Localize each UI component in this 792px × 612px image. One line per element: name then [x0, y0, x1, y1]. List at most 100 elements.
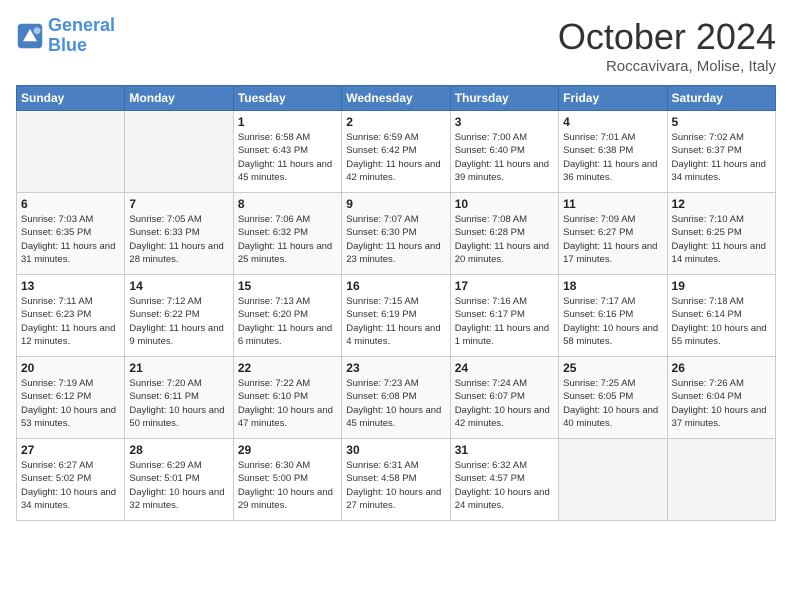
day-info: Sunrise: 7:25 AMSunset: 6:05 PMDaylight:…: [563, 377, 662, 430]
day-info: Sunrise: 7:07 AMSunset: 6:30 PMDaylight:…: [346, 213, 445, 266]
day-info: Sunrise: 7:26 AMSunset: 6:04 PMDaylight:…: [672, 377, 771, 430]
day-info: Sunrise: 6:30 AMSunset: 5:00 PMDaylight:…: [238, 459, 337, 512]
day-number: 31: [455, 443, 554, 457]
calendar-day-cell: 15Sunrise: 7:13 AMSunset: 6:20 PMDayligh…: [233, 275, 341, 357]
day-number: 22: [238, 361, 337, 375]
day-of-week-header: Saturday: [667, 86, 775, 111]
day-info: Sunrise: 7:08 AMSunset: 6:28 PMDaylight:…: [455, 213, 554, 266]
day-info: Sunrise: 7:00 AMSunset: 6:40 PMDaylight:…: [455, 131, 554, 184]
day-info: Sunrise: 7:19 AMSunset: 6:12 PMDaylight:…: [21, 377, 120, 430]
day-number: 16: [346, 279, 445, 293]
calendar-day-cell: 18 Sunrise: 7:17 AMSunset: 6:16 PMDayligh…: [559, 275, 667, 357]
calendar-week-row: 20Sunrise: 7:19 AMSunset: 6:12 PMDayligh…: [17, 357, 776, 439]
day-of-week-header: Monday: [125, 86, 233, 111]
calendar-day-cell: 4 Sunrise: 7:01 AMSunset: 6:38 PMDaylight…: [559, 111, 667, 193]
day-number: 23: [346, 361, 445, 375]
calendar-day-cell: 12 Sunrise: 7:10 AMSunset: 6:25 PMDayligh…: [667, 193, 775, 275]
calendar-day-cell: 21 Sunrise: 7:20 AMSunset: 6:11 PMDayligh…: [125, 357, 233, 439]
day-number: 5: [672, 115, 771, 129]
calendar-day-cell: 22 Sunrise: 7:22 AMSunset: 6:10 PMDayligh…: [233, 357, 341, 439]
day-of-week-header: Tuesday: [233, 86, 341, 111]
month-title: October 2024: [558, 16, 776, 58]
logo-text: General Blue: [48, 16, 115, 56]
day-number: 25: [563, 361, 662, 375]
day-number: 7: [129, 197, 228, 211]
day-number: 30: [346, 443, 445, 457]
logo-icon: [16, 22, 44, 50]
day-number: 19: [672, 279, 771, 293]
calendar-week-row: 6Sunrise: 7:03 AMSunset: 6:35 PMDaylight…: [17, 193, 776, 275]
day-number: 24: [455, 361, 554, 375]
day-info: Sunrise: 7:24 AMSunset: 6:07 PMDaylight:…: [455, 377, 554, 430]
day-number: 6: [21, 197, 120, 211]
day-number: 14: [129, 279, 228, 293]
calendar-day-cell: 1Sunrise: 6:58 AMSunset: 6:43 PMDaylight…: [233, 111, 341, 193]
calendar-day-cell: 23 Sunrise: 7:23 AMSunset: 6:08 PMDayligh…: [342, 357, 450, 439]
day-info: Sunrise: 7:06 AMSunset: 6:32 PMDaylight:…: [238, 213, 337, 266]
day-info: Sunrise: 6:31 AMSunset: 4:58 PMDaylight:…: [346, 459, 445, 512]
day-number: 13: [21, 279, 120, 293]
day-number: 8: [238, 197, 337, 211]
day-of-week-header: Sunday: [17, 86, 125, 111]
calendar-day-cell: 11 Sunrise: 7:09 AMSunset: 6:27 PMDayligh…: [559, 193, 667, 275]
day-info: Sunrise: 7:13 AMSunset: 6:20 PMDaylight:…: [238, 295, 337, 348]
day-info: Sunrise: 6:29 AMSunset: 5:01 PMDaylight:…: [129, 459, 228, 512]
calendar-day-cell: 8 Sunrise: 7:06 AMSunset: 6:32 PMDaylight…: [233, 193, 341, 275]
day-info: Sunrise: 7:12 AMSunset: 6:22 PMDaylight:…: [129, 295, 228, 348]
day-number: 9: [346, 197, 445, 211]
day-of-week-header: Friday: [559, 86, 667, 111]
day-info: Sunrise: 7:20 AMSunset: 6:11 PMDaylight:…: [129, 377, 228, 430]
calendar-day-cell: 24 Sunrise: 7:24 AMSunset: 6:07 PMDayligh…: [450, 357, 558, 439]
day-number: 11: [563, 197, 662, 211]
day-number: 28: [129, 443, 228, 457]
day-info: Sunrise: 7:09 AMSunset: 6:27 PMDaylight:…: [563, 213, 662, 266]
calendar-day-cell: 3 Sunrise: 7:00 AMSunset: 6:40 PMDaylight…: [450, 111, 558, 193]
day-info: Sunrise: 7:23 AMSunset: 6:08 PMDaylight:…: [346, 377, 445, 430]
day-info: Sunrise: 7:22 AMSunset: 6:10 PMDaylight:…: [238, 377, 337, 430]
calendar-day-cell: 5 Sunrise: 7:02 AMSunset: 6:37 PMDaylight…: [667, 111, 775, 193]
calendar-day-cell: 14 Sunrise: 7:12 AMSunset: 6:22 PMDayligh…: [125, 275, 233, 357]
calendar-day-cell: 17 Sunrise: 7:16 AMSunset: 6:17 PMDayligh…: [450, 275, 558, 357]
calendar-table: SundayMondayTuesdayWednesdayThursdayFrid…: [16, 85, 776, 521]
page-header: General Blue October 2024 Roccavivara, M…: [16, 16, 776, 75]
calendar-day-cell: [559, 439, 667, 521]
calendar-day-cell: [667, 439, 775, 521]
title-block: October 2024 Roccavivara, Molise, Italy: [558, 16, 776, 75]
calendar-day-cell: 27Sunrise: 6:27 AMSunset: 5:02 PMDayligh…: [17, 439, 125, 521]
calendar-day-cell: 30 Sunrise: 6:31 AMSunset: 4:58 PMDayligh…: [342, 439, 450, 521]
day-info: Sunrise: 6:32 AMSunset: 4:57 PMDaylight:…: [455, 459, 554, 512]
calendar-day-cell: 28 Sunrise: 6:29 AMSunset: 5:01 PMDayligh…: [125, 439, 233, 521]
day-info: Sunrise: 7:11 AMSunset: 6:23 PMDaylight:…: [21, 295, 120, 348]
calendar-day-cell: [125, 111, 233, 193]
logo: General Blue: [16, 16, 115, 56]
day-info: Sunrise: 7:18 AMSunset: 6:14 PMDaylight:…: [672, 295, 771, 348]
day-info: Sunrise: 6:58 AMSunset: 6:43 PMDaylight:…: [238, 131, 337, 184]
calendar-day-cell: 26 Sunrise: 7:26 AMSunset: 6:04 PMDayligh…: [667, 357, 775, 439]
day-info: Sunrise: 7:10 AMSunset: 6:25 PMDaylight:…: [672, 213, 771, 266]
location: Roccavivara, Molise, Italy: [558, 58, 776, 75]
day-info: Sunrise: 7:17 AMSunset: 6:16 PMDaylight:…: [563, 295, 662, 348]
day-info: Sunrise: 7:02 AMSunset: 6:37 PMDaylight:…: [672, 131, 771, 184]
day-number: 27: [21, 443, 120, 457]
day-info: Sunrise: 7:15 AMSunset: 6:19 PMDaylight:…: [346, 295, 445, 348]
day-number: 26: [672, 361, 771, 375]
day-number: 12: [672, 197, 771, 211]
day-info: Sunrise: 6:59 AMSunset: 6:42 PMDaylight:…: [346, 131, 445, 184]
calendar-day-cell: [17, 111, 125, 193]
calendar-day-cell: 13 Sunrise: 7:11 AMSunset: 6:23 PMDayligh…: [17, 275, 125, 357]
day-number: 3: [455, 115, 554, 129]
day-info: Sunrise: 7:01 AMSunset: 6:38 PMDaylight:…: [563, 131, 662, 184]
day-info: Sunrise: 7:05 AMSunset: 6:33 PMDaylight:…: [129, 213, 228, 266]
day-number: 17: [455, 279, 554, 293]
day-number: 21: [129, 361, 228, 375]
day-number: 4: [563, 115, 662, 129]
calendar-day-cell: 25 Sunrise: 7:25 AMSunset: 6:05 PMDayligh…: [559, 357, 667, 439]
calendar-day-cell: 6Sunrise: 7:03 AMSunset: 6:35 PMDaylight…: [17, 193, 125, 275]
calendar-week-row: 13 Sunrise: 7:11 AMSunset: 6:23 PMDayligh…: [17, 275, 776, 357]
day-number: 18: [563, 279, 662, 293]
calendar-week-row: 27Sunrise: 6:27 AMSunset: 5:02 PMDayligh…: [17, 439, 776, 521]
day-info: Sunrise: 7:16 AMSunset: 6:17 PMDaylight:…: [455, 295, 554, 348]
calendar-day-cell: 31 Sunrise: 6:32 AMSunset: 4:57 PMDayligh…: [450, 439, 558, 521]
calendar-day-cell: 29Sunrise: 6:30 AMSunset: 5:00 PMDayligh…: [233, 439, 341, 521]
day-of-week-header: Wednesday: [342, 86, 450, 111]
